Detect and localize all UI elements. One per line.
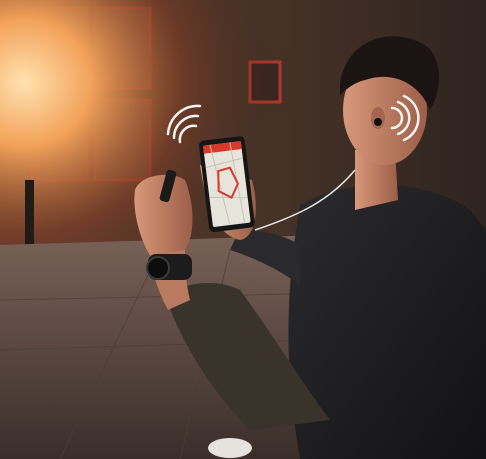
sneaker bbox=[208, 438, 252, 458]
photo-runner-using-phone-and-watch bbox=[0, 0, 486, 459]
smartwatch bbox=[146, 254, 192, 280]
watch-face bbox=[146, 256, 170, 280]
photo-scene bbox=[0, 0, 486, 459]
wireless-earbud bbox=[374, 118, 382, 126]
